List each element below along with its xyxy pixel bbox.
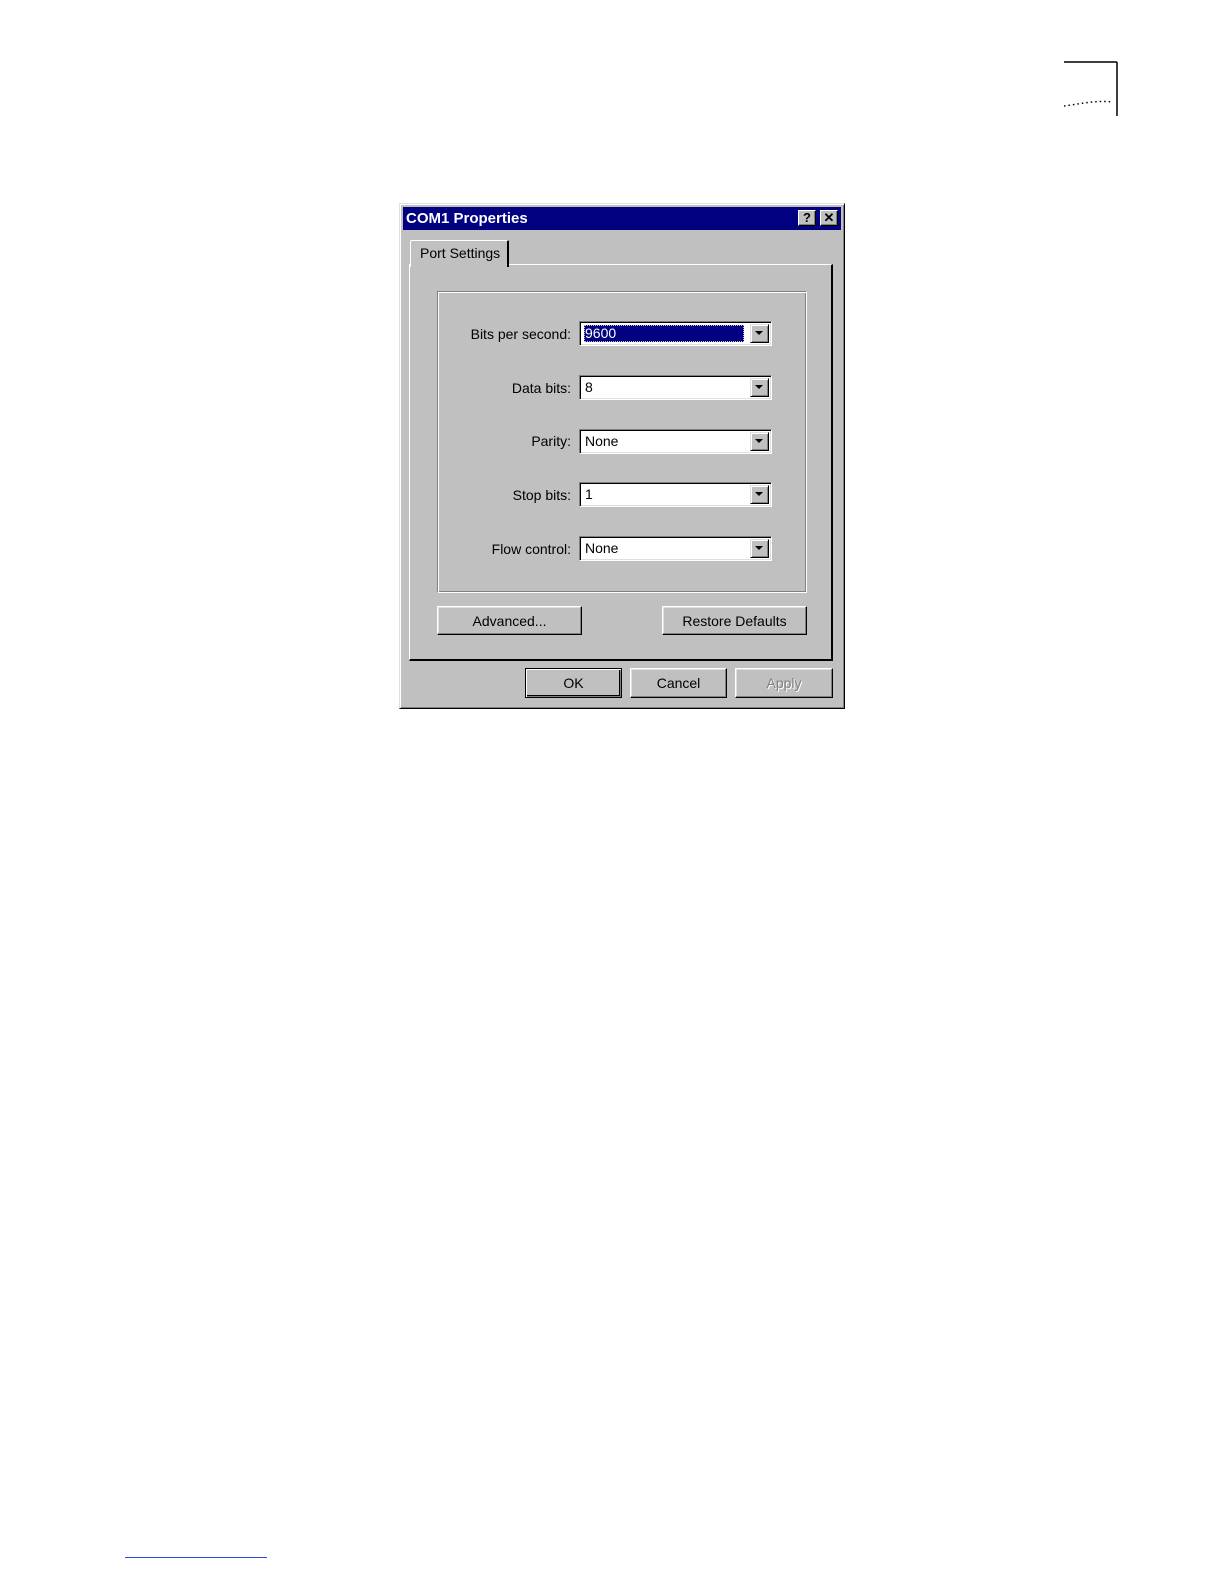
data-bits-select[interactable]: 8 bbox=[579, 375, 772, 400]
stop-bits-value: 1 bbox=[585, 486, 593, 502]
chevron-down-icon[interactable] bbox=[750, 324, 769, 343]
chevron-down-icon[interactable] bbox=[750, 432, 769, 451]
chevron-down-icon[interactable] bbox=[750, 539, 769, 558]
stop-bits-select[interactable]: 1 bbox=[579, 482, 772, 507]
data-bits-value: 8 bbox=[585, 379, 593, 395]
flow-control-select[interactable]: None bbox=[579, 536, 772, 561]
bits-per-second-value: 9600 bbox=[584, 325, 744, 342]
cancel-button[interactable]: Cancel bbox=[630, 668, 727, 698]
bits-per-second-label: Bits per second: bbox=[470, 326, 571, 342]
tab-port-settings[interactable]: Port Settings bbox=[410, 240, 509, 267]
apply-button-label: Apply bbox=[766, 675, 802, 691]
stop-bits-label: Stop bits: bbox=[512, 487, 571, 503]
restore-defaults-button-label: Restore Defaults bbox=[682, 612, 787, 629]
footer-rule bbox=[125, 1557, 267, 1558]
cancel-button-label: Cancel bbox=[656, 675, 701, 691]
advanced-button-label: Advanced... bbox=[472, 612, 547, 629]
tab-label: Port Settings bbox=[420, 245, 501, 261]
chevron-down-icon[interactable] bbox=[750, 378, 769, 397]
data-bits-label: Data bits: bbox=[511, 380, 571, 396]
ok-button[interactable]: OK bbox=[525, 668, 622, 698]
restore-defaults-button[interactable]: Restore Defaults bbox=[662, 606, 807, 635]
advanced-button[interactable]: Advanced... bbox=[437, 606, 582, 635]
ok-button-label: OK bbox=[563, 675, 584, 691]
title-bar[interactable]: COM1 Properties ? ✕ bbox=[403, 207, 841, 230]
flow-control-label: Flow control: bbox=[491, 541, 571, 557]
apply-button[interactable]: Apply bbox=[735, 668, 833, 698]
parity-value: None bbox=[585, 433, 619, 449]
bits-per-second-select[interactable]: 9600 bbox=[579, 321, 772, 346]
close-button[interactable]: ✕ bbox=[820, 210, 838, 226]
flow-control-value: None bbox=[585, 540, 619, 556]
parity-select[interactable]: None bbox=[579, 429, 772, 454]
dialog-title: COM1 Properties bbox=[406, 210, 528, 227]
close-icon: ✕ bbox=[823, 210, 835, 225]
question-mark-icon: ? bbox=[803, 210, 811, 225]
chevron-down-icon[interactable] bbox=[750, 485, 769, 504]
help-button[interactable]: ? bbox=[798, 210, 816, 226]
page-corner-mark-icon bbox=[1063, 61, 1118, 116]
parity-label: Parity: bbox=[531, 433, 571, 449]
